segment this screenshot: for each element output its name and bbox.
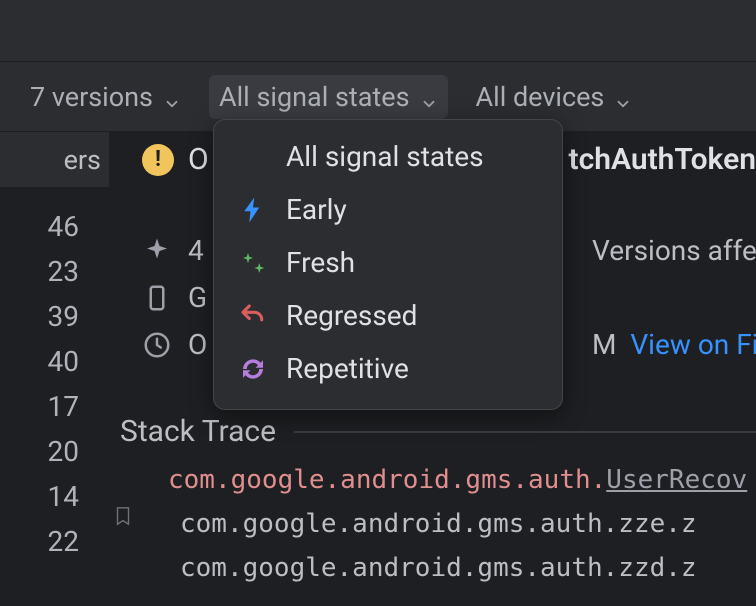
stack-class[interactable]: UserRecov: [606, 465, 747, 495]
list-count[interactable]: 14: [0, 474, 109, 519]
stack-line[interactable]: com.google.android.gms.auth.zzd.z: [138, 546, 756, 590]
filter-versions[interactable]: 7 versions: [20, 75, 191, 119]
filter-devices[interactable]: All devices: [466, 75, 643, 119]
sparkles-icon: [238, 248, 268, 278]
list-count[interactable]: 17: [0, 384, 109, 429]
stack-trace-heading: Stack Trace: [110, 414, 756, 449]
stat-time-right: M View on Fi: [592, 328, 756, 361]
popup-item-fresh[interactable]: Fresh: [214, 236, 562, 289]
warning-icon: !: [142, 144, 174, 176]
chevron-down-icon: [614, 88, 632, 106]
filter-signal-states-label: All signal states: [219, 81, 410, 113]
clock-icon: [142, 330, 172, 360]
bookmark-icon[interactable]: [112, 504, 134, 526]
stat-device-value: G: [188, 281, 207, 314]
stack-trace-label: Stack Trace: [120, 414, 276, 449]
device-icon: [142, 283, 172, 313]
popup-item-label: All signal states: [286, 140, 484, 173]
stack-package: com.google.android.gms.auth.: [168, 465, 606, 495]
refresh-icon: [238, 354, 268, 384]
list-count[interactable]: 46: [0, 204, 109, 249]
bolt-icon: [238, 195, 268, 225]
stat-time-value: O: [188, 328, 207, 361]
chevron-down-icon: [163, 88, 181, 106]
divider: [294, 431, 756, 433]
popup-item-label: Fresh: [286, 246, 355, 279]
filter-devices-label: All devices: [476, 81, 605, 113]
undo-icon: [238, 301, 268, 331]
popup-item-regressed[interactable]: Regressed: [214, 289, 562, 342]
list-count[interactable]: 40: [0, 339, 109, 384]
title-prefix: O: [188, 142, 209, 177]
popup-item-label: Repetitive: [286, 352, 409, 385]
toolbar-spacer: [0, 0, 756, 62]
filter-versions-label: 7 versions: [30, 81, 153, 113]
popup-item-label: Early: [286, 193, 347, 226]
list-count[interactable]: 39: [0, 294, 109, 339]
popup-item-early[interactable]: Early: [214, 183, 562, 236]
signal-states-popup: All signal states Early Fresh Regressed …: [213, 119, 563, 410]
list-count[interactable]: 20: [0, 429, 109, 474]
stat-time-right-text: M: [592, 328, 616, 361]
stack-line[interactable]: com.google.android.gms.auth.zze.z: [138, 502, 756, 546]
view-on-link[interactable]: View on Fi: [630, 328, 756, 361]
stack-line[interactable]: com.google.android.gms.auth.UserRecov: [138, 458, 756, 502]
list-count[interactable]: 23: [0, 249, 109, 294]
popup-item-label: Regressed: [286, 299, 417, 332]
title-suffix: tchAuthToken: [569, 142, 756, 177]
stack-trace: com.google.android.gms.auth.UserRecov co…: [138, 458, 756, 591]
left-header-fragment: ers: [0, 132, 109, 188]
versions-affected-label: Versions affe: [592, 234, 756, 267]
popup-item-all[interactable]: All signal states: [214, 130, 562, 183]
sparkle-icon: [142, 236, 172, 266]
chevron-down-icon: [420, 88, 438, 106]
popup-item-repetitive[interactable]: Repetitive: [214, 342, 562, 395]
left-column: ers 46 23 39 40 17 20 14 22: [0, 132, 110, 606]
list-count[interactable]: 22: [0, 519, 109, 564]
stat-events-value: 4: [188, 234, 204, 267]
filter-signal-states[interactable]: All signal states: [209, 75, 448, 119]
